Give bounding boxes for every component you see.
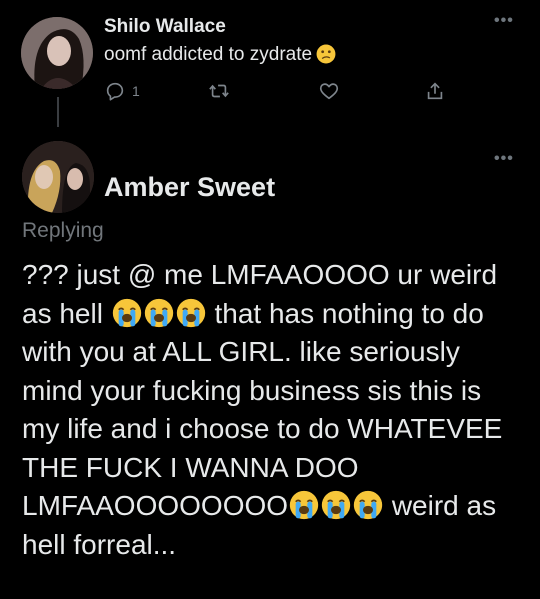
tweet-text-segment: that has nothing to do: [214, 297, 484, 329]
tweet-text-content: oomf addicted to zydrate: [104, 44, 313, 65]
tweet-actions: 1: [104, 80, 454, 104]
tweet-line: ??? just @ me LMFAAOOOO ur weird: [22, 259, 498, 290]
sob-icon: [353, 490, 383, 520]
retweet-button[interactable]: [208, 80, 230, 102]
tweet-text: ??? just @ me LMFAAOOOO ur weird as hell…: [22, 256, 534, 564]
confused-face-icon: [316, 44, 336, 64]
sob-icon: [112, 298, 142, 328]
reply-button[interactable]: 1: [104, 80, 140, 102]
display-name[interactable]: Amber Sweet: [104, 172, 275, 203]
like-button[interactable]: [318, 80, 340, 102]
heart-icon: [319, 83, 339, 100]
tweet-line: LMFAAOOOOOOOO weird as: [22, 487, 534, 526]
tweet-text-segment: weird as: [391, 490, 497, 521]
sob-icon: [144, 298, 174, 328]
reply-icon: [106, 82, 124, 101]
more-icon[interactable]: •••: [494, 12, 514, 30]
tweet-line: with you at ALL GIRL. like seriously: [22, 336, 460, 367]
tweet-line: mind your fucking business sis this is: [22, 374, 482, 406]
reply-count: 1: [132, 83, 140, 99]
display-name[interactable]: Shilo Wallace: [104, 16, 226, 38]
sob-icon: [289, 490, 319, 520]
tweet-line: THE FUCK I WANNA DOO: [22, 451, 359, 483]
sob-icon: [321, 490, 351, 520]
share-button[interactable]: [424, 80, 446, 102]
tweet-line: as hell that has nothing to do: [22, 295, 534, 334]
share-icon: [427, 82, 443, 100]
thread-line: [57, 97, 59, 127]
sob-icon: [176, 298, 206, 328]
more-icon[interactable]: •••: [494, 150, 514, 168]
tweet-text-segment: as hell: [22, 297, 103, 329]
tweet-line: hell forreal...: [22, 528, 177, 560]
tweet-text-segment: LMFAAOOOOOOOO: [22, 490, 289, 521]
tweet-line: my life and i choose to do WHATEVEE: [22, 413, 503, 444]
tweet-text: oomf addicted to zydrate: [104, 44, 336, 66]
replying-label: Replying: [22, 219, 104, 242]
avatar-amber[interactable]: [22, 141, 94, 213]
avatar-shilo[interactable]: [21, 17, 93, 89]
retweet-icon: [209, 84, 229, 98]
